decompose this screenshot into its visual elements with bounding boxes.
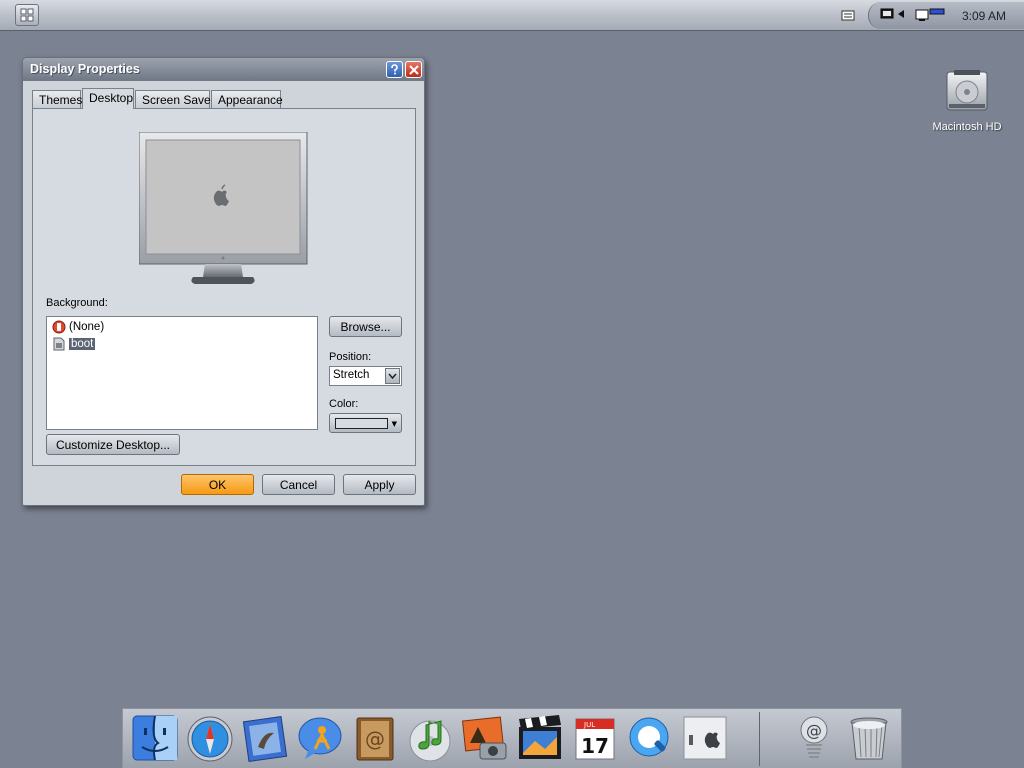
help-icon — [391, 64, 398, 75]
svg-text:@: @ — [806, 721, 822, 740]
imovie-icon — [519, 715, 561, 759]
dock-finder[interactable] — [130, 713, 180, 765]
dock-ical[interactable]: JUL 17 — [570, 713, 620, 765]
internet-connect-icon: @ — [800, 716, 828, 758]
address-book-icon: @ — [356, 717, 394, 761]
image-file-icon — [53, 337, 65, 351]
dock-quicktime[interactable] — [625, 713, 675, 765]
dock-internet-connect[interactable]: @ — [789, 713, 839, 765]
mail-icon — [242, 715, 288, 763]
start-button[interactable] — [15, 4, 39, 26]
safari-icon — [187, 716, 233, 762]
volume-icon[interactable] — [897, 8, 905, 20]
close-icon — [408, 64, 419, 75]
svg-text:@: @ — [365, 727, 385, 751]
ical-day: 17 — [581, 734, 609, 758]
keyboard-icon[interactable] — [841, 8, 855, 22]
background-list[interactable]: (None) boot — [46, 316, 318, 430]
system-tray: 3:09 AM — [868, 2, 1024, 29]
dock-address-book[interactable]: @ — [350, 713, 400, 765]
close-button[interactable] — [405, 61, 422, 78]
dropdown-arrow-icon: ▼ — [391, 420, 397, 428]
dock-itunes[interactable] — [405, 713, 455, 765]
dock-mail[interactable] — [240, 713, 290, 765]
position-value: Stretch — [333, 369, 370, 381]
tab-screen-saver[interactable]: Screen Saver — [135, 90, 215, 108]
color-swatch — [335, 418, 388, 429]
display-properties-window: Display Properties Themes Desktop Screen… — [22, 57, 425, 506]
desktop-icon-label: Macintosh HD — [932, 121, 1002, 133]
dock-iphoto[interactable] — [460, 713, 510, 765]
system-preferences-icon — [683, 716, 727, 760]
trash-icon — [850, 717, 888, 760]
dock-separator — [759, 712, 760, 766]
quicktime-icon — [629, 717, 669, 757]
customize-desktop-button[interactable]: Customize Desktop... — [46, 434, 180, 455]
display-icon[interactable] — [880, 8, 894, 20]
chevron-down-icon[interactable] — [385, 368, 400, 384]
iphoto-icon — [461, 716, 507, 760]
menubar: 3:09 AM — [0, 0, 1024, 31]
none-icon — [52, 320, 66, 334]
help-button[interactable] — [386, 61, 403, 78]
clock[interactable]: 3:09 AM — [962, 9, 1006, 23]
color-label: Color: — [329, 398, 359, 410]
apply-button[interactable]: Apply — [343, 474, 416, 495]
color-picker-button[interactable]: ▼ — [329, 413, 402, 433]
browse-button[interactable]: Browse... — [329, 316, 402, 337]
desktop-icon-macintosh-hd[interactable]: Macintosh HD — [926, 68, 1008, 140]
dock: @ JUL 17 @ — [122, 708, 902, 768]
itunes-icon — [409, 720, 451, 762]
background-item-none[interactable]: (None) — [52, 319, 104, 335]
network-icon[interactable] — [915, 8, 947, 22]
monitor-preview — [139, 132, 308, 284]
background-label: Background: — [46, 297, 108, 309]
ichat-icon — [298, 717, 342, 759]
dock-imovie[interactable] — [515, 713, 565, 765]
tab-appearance[interactable]: Appearance — [211, 90, 283, 108]
tab-themes[interactable]: Themes — [32, 90, 82, 108]
dock-trash[interactable] — [844, 713, 894, 765]
dock-safari[interactable] — [185, 713, 235, 765]
hard-drive-icon — [946, 70, 988, 111]
cancel-button[interactable]: Cancel — [262, 474, 335, 495]
grid-icon — [20, 8, 34, 22]
background-item-boot[interactable]: boot — [52, 336, 96, 352]
ok-button[interactable]: OK — [181, 474, 254, 495]
background-item-label: boot — [69, 338, 96, 350]
desktop-tab-panel: Background: (None) boot Browse... Positi… — [32, 108, 416, 466]
ical-icon: JUL 17 — [575, 718, 615, 760]
position-label: Position: — [329, 351, 372, 363]
dock-system-preferences[interactable] — [680, 713, 730, 765]
position-select[interactable]: Stretch — [329, 366, 402, 386]
background-item-label: (None) — [69, 321, 105, 333]
ical-month: JUL — [583, 721, 595, 729]
tab-desktop[interactable]: Desktop — [82, 88, 134, 109]
title-bar[interactable]: Display Properties — [23, 58, 424, 81]
finder-icon — [132, 715, 178, 761]
window-title: Display Properties — [30, 62, 140, 76]
dock-ichat[interactable] — [295, 713, 345, 765]
